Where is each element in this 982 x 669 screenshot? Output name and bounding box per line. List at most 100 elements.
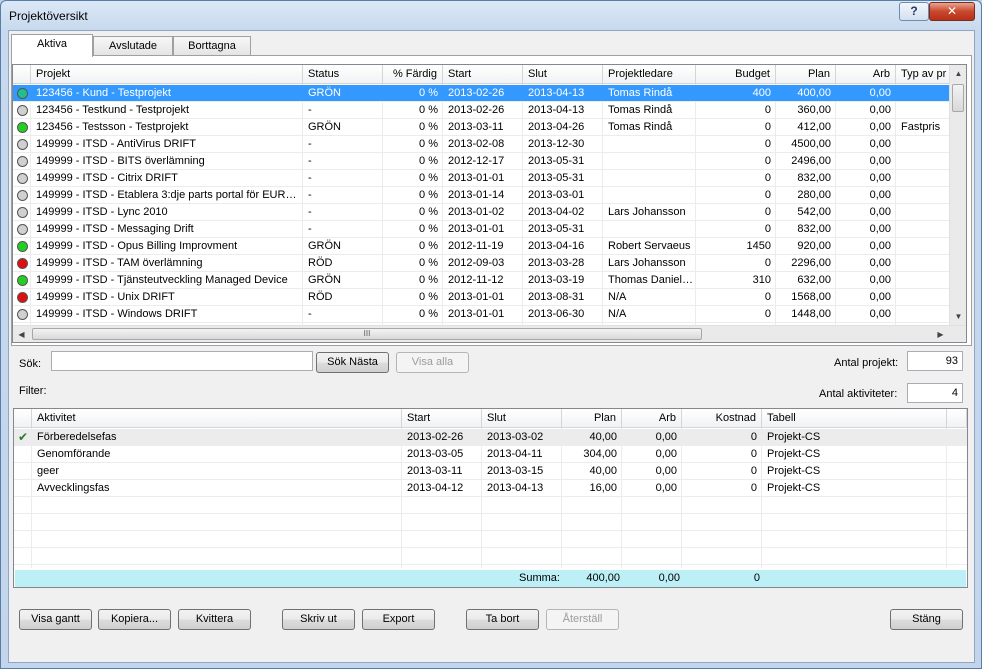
title-bar[interactable]: Projektöversikt ? ✕ [1,1,981,29]
close-button[interactable]: Stäng [890,609,963,630]
cell-slut: 2013-06-30 [528,308,585,320]
header-start[interactable]: Start [402,409,482,428]
list-item[interactable]: Avvecklingsfas 2013-04-12 2013-04-13 16,00 0… [14,480,967,497]
header-budget[interactable]: Budget [696,65,776,84]
header-pct[interactable]: % Färdig [383,65,443,84]
table-row[interactable]: 123456 - Testsson - Testprojekt GRÖN 0 % 20… [13,119,951,136]
cell-typ [896,289,951,306]
header-arb[interactable]: Arb [622,409,682,428]
cell-status: - [308,308,312,320]
cell-start: 2012-11-12 [448,274,504,286]
header-typ[interactable]: Typ av pr [896,65,951,84]
table-row[interactable]: 149999 - ITSD - Tjänsteutveckling Manage… [13,272,951,289]
tab-borttagna[interactable]: Borttagna [173,36,251,56]
cell-pct: 0 % [419,223,438,235]
tab-panel: Projekt Status% Färdig Start Slut Projektled… [11,55,972,346]
cell-plan: 920,00 [797,240,831,252]
header-projekt[interactable]: Projekt [31,65,303,84]
table-row[interactable]: 149999 - ITSD - TAM överlämning RÖD 0 % 201… [13,255,951,272]
cell-start: 2012-09-03 [448,257,505,269]
cell-ledare: Lars Johansson [608,206,686,218]
cell-typ [896,306,951,323]
cell-start: 2013-03-11 [448,121,504,133]
cell-aktivitet: Förberedelsefas [37,431,117,443]
table-row[interactable]: 149999 - ITSD - BITS överlämning - 0 % 2012… [13,153,951,170]
cell-plan: 40,00 [589,431,617,443]
cell-pct: 0 % [419,206,438,218]
cell-start: 2013-01-01 [448,172,505,184]
status-indicator-icon [17,224,28,235]
vertical-scroll-thumb[interactable] [952,84,964,112]
cell-status: - [308,104,312,116]
scroll-right-icon[interactable]: ▶ [932,326,949,342]
export-button[interactable]: Export [362,609,435,630]
print-button[interactable]: Skriv ut [282,609,355,630]
cell-typ [896,170,951,187]
search-input[interactable] [51,351,313,371]
copy-button[interactable]: Kopiera... [98,609,171,630]
status-indicator-icon [17,122,28,133]
search-label: Sök: [19,358,42,370]
table-row[interactable]: 149999 - ITSD - Messaging Drift - 0 % 2013-… [13,221,951,238]
scroll-left-icon[interactable]: ◀ [13,326,30,342]
project-vertical-scrollbar[interactable]: ▲ ▼ [949,65,966,325]
list-item[interactable]: ✔ Förberedelsefas 2013-02-26 2013-03-02 40,0… [14,429,967,446]
header-plan[interactable]: Plan [562,409,622,428]
header-ledare[interactable]: Projektledare [603,65,696,84]
gantt-button[interactable]: Visa gantt [19,609,92,630]
cell-status: - [308,155,312,167]
horizontal-scroll-thumb[interactable]: III [32,328,702,340]
list-item[interactable]: Genomförande 2013-03-05 2013-04-11 304,00 0,… [14,446,967,463]
show-all-button[interactable]: Visa alla [396,352,469,373]
table-row[interactable]: 149999 - ITSD - Opus Billing Improvment G… [13,238,951,255]
cell-slut: 2013-03-28 [528,257,585,269]
tab-avslutade[interactable]: Avslutade [93,36,173,56]
table-row[interactable]: 123456 - Testkund - Testprojekt - 0 % 2013-… [13,102,951,119]
cell-kostnad: 0 [750,465,757,477]
project-horizontal-scrollbar[interactable]: ◀ III ▶ [13,325,966,342]
restore-button[interactable]: Återställ [546,609,619,630]
header-slut[interactable]: Slut [482,409,562,428]
header-plan[interactable]: Plan [776,65,836,84]
tab-aktiva[interactable]: Aktiva [11,34,93,57]
table-row[interactable]: 123456 - Kund - Testprojekt GRÖN 0 % 2013-0… [13,85,951,102]
cell-plan: 40,00 [589,465,617,477]
header-start[interactable]: Start [443,65,523,84]
header-tabell[interactable]: Tabell [762,409,947,428]
table-row[interactable]: 149999 - ITSD - Etablera 3:dje parts por… [13,187,951,204]
cell-plan: 632,00 [797,274,831,286]
table-row[interactable]: 149999 - ITSD - Windows DRIFT - 0 % 2013-01… [13,306,951,323]
header-arb[interactable]: Arb [836,65,896,84]
cell-pct: 0 % [419,87,438,99]
header-kostnad[interactable]: Kostnad [682,409,762,428]
table-row[interactable]: 149999 - ITSD - Unix DRIFT RÖD 0 % 2013-01-… [13,289,951,306]
cell-arb: 0,00 [869,104,891,116]
row-gridline [13,322,951,323]
cell-slut: 2013-04-02 [528,206,585,218]
header-aktivitet[interactable]: Aktivitet [32,409,402,428]
cell-typ [896,255,951,272]
delete-button[interactable]: Ta bort [466,609,539,630]
cell-arb: 0,00 [869,155,891,167]
table-row[interactable]: 149999 - ITSD - Citrix DRIFT - 0 % 2013-01-… [13,170,951,187]
search-next-button[interactable]: Sök Nästa [316,352,389,373]
list-item[interactable]: geer 2013-03-11 2013-03-15 40,00 0,00 0 Projek… [14,463,967,480]
cell-status: RÖD [308,257,333,269]
acknowledge-button[interactable]: Kvittera [178,609,251,630]
table-row[interactable]: 149999 - ITSD - Lync 2010 - 0 % 2013-01-02 2… [13,204,951,221]
filter-label: Filter: [19,385,47,397]
header-indicator[interactable] [13,65,31,84]
close-icon[interactable]: ✕ [929,2,975,21]
scroll-up-icon[interactable]: ▲ [950,65,966,82]
cell-budget: 0 [764,104,771,116]
cell-tabell: Projekt-CS [767,448,821,460]
scroll-down-icon[interactable]: ▼ [950,308,966,325]
help-icon[interactable]: ? [899,2,929,21]
header-slut[interactable]: Slut [523,65,603,84]
cell-budget: 0 [764,121,771,133]
cell-start: 2013-04-12 [407,482,464,494]
header-status[interactable]: Status [303,65,383,84]
table-row[interactable]: 149999 - ITSD - AntiVirus DRIFT - 0 % 2013-… [13,136,951,153]
cell-typ [896,187,951,204]
cell-slut: 2013-03-19 [528,274,585,286]
